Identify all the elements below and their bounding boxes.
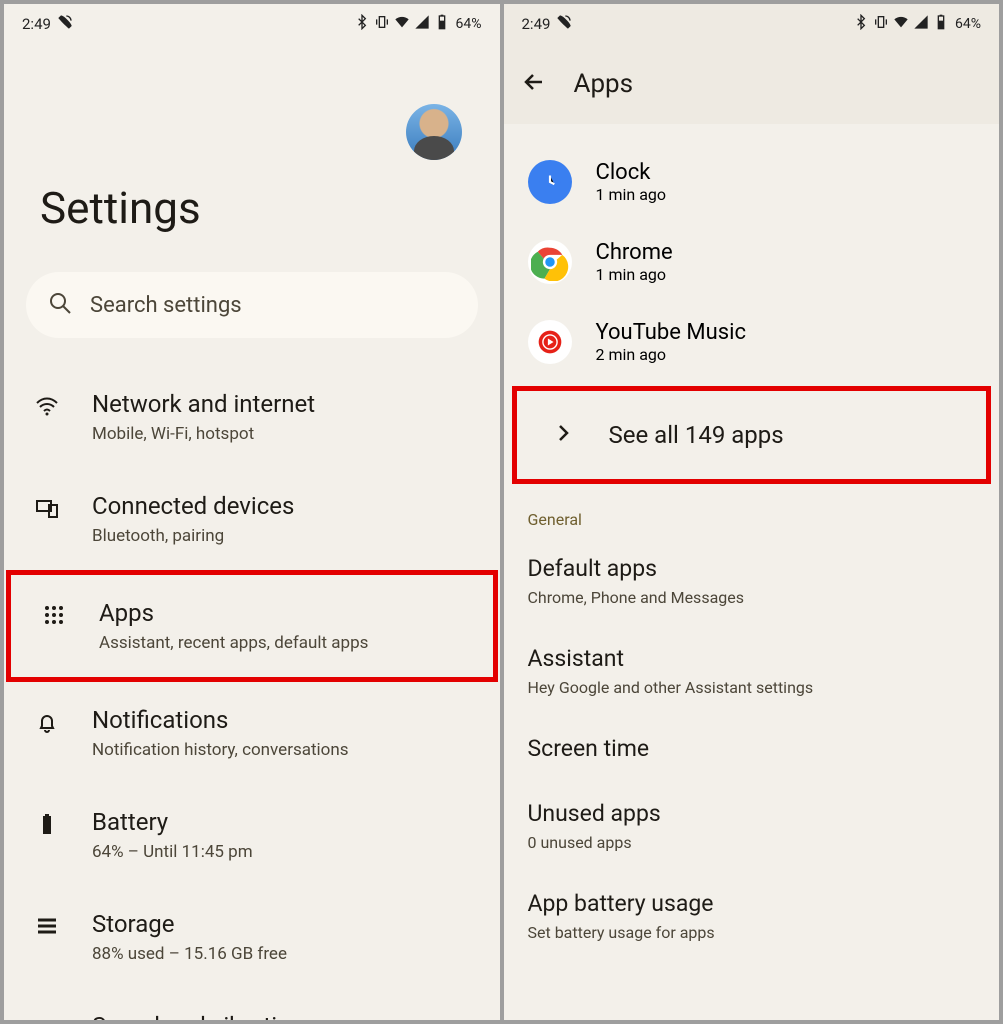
- bluetooth-icon: [354, 14, 370, 34]
- search-icon: [48, 291, 72, 319]
- see-all-label: See all 149 apps: [609, 421, 784, 449]
- appbar-title: Apps: [574, 69, 634, 99]
- option-title: Unused apps: [528, 800, 976, 827]
- option-sub: 0 unused apps: [528, 833, 976, 852]
- wifi-icon: [893, 14, 909, 34]
- phone-settings: 2:49 64% Settings Search settings: [4, 4, 500, 1020]
- call-icon: [556, 14, 572, 34]
- option-screen-time[interactable]: Screen time: [504, 717, 1000, 782]
- option-title: Default apps: [528, 555, 976, 582]
- item-sub: 64% – Until 11:45 pm: [92, 842, 480, 862]
- item-sub: Bluetooth, pairing: [92, 526, 480, 546]
- storage-icon: [35, 914, 59, 942]
- clock-icon: [528, 160, 572, 204]
- item-title: Notifications: [92, 706, 480, 734]
- status-battery: 64%: [456, 16, 482, 32]
- general-options: Default apps Chrome, Phone and Messages …: [504, 537, 1000, 962]
- status-time: 2:49: [522, 15, 551, 33]
- page-title: Settings: [4, 160, 500, 234]
- sound-icon: [35, 1016, 59, 1020]
- vibrate-icon: [374, 14, 390, 34]
- option-sub: Chrome, Phone and Messages: [528, 588, 976, 607]
- settings-list: Network and internet Mobile, Wi-Fi, hots…: [4, 366, 500, 1020]
- call-icon: [57, 14, 73, 34]
- signal-icon: [414, 14, 430, 34]
- app-title: Clock: [596, 160, 667, 185]
- item-title: Network and internet: [92, 390, 480, 418]
- settings-item-apps[interactable]: Apps Assistant, recent apps, default app…: [11, 575, 493, 677]
- option-assistant[interactable]: Assistant Hey Google and other Assistant…: [504, 627, 1000, 717]
- back-button[interactable]: [522, 70, 546, 98]
- wifi-icon: [394, 14, 410, 34]
- app-sub: 1 min ago: [596, 185, 667, 204]
- option-sub: Hey Google and other Assistant settings: [528, 678, 976, 697]
- settings-item-battery[interactable]: Battery 64% – Until 11:45 pm: [4, 784, 500, 886]
- status-bar: 2:49 64%: [504, 4, 1000, 44]
- option-title: Screen time: [528, 735, 976, 762]
- app-item-chrome[interactable]: Chrome 1 min ago: [504, 222, 1000, 302]
- item-sub: 88% used – 15.16 GB free: [92, 944, 480, 964]
- app-item-clock[interactable]: Clock 1 min ago: [504, 142, 1000, 222]
- bell-icon: [35, 710, 59, 738]
- app-title: YouTube Music: [596, 320, 746, 345]
- settings-item-network[interactable]: Network and internet Mobile, Wi-Fi, hots…: [4, 366, 500, 468]
- recent-apps-list: Clock 1 min ago Chrome 1 min ago You: [504, 124, 1000, 382]
- option-default-apps[interactable]: Default apps Chrome, Phone and Messages: [504, 537, 1000, 627]
- app-item-ytmusic[interactable]: YouTube Music 2 min ago: [504, 302, 1000, 382]
- chevron-right-icon: [551, 421, 575, 449]
- option-sub: Set battery usage for apps: [528, 923, 976, 942]
- app-bar: Apps: [504, 44, 1000, 124]
- profile-avatar[interactable]: [406, 104, 462, 160]
- option-unused-apps[interactable]: Unused apps 0 unused apps: [504, 782, 1000, 872]
- status-battery: 64%: [955, 16, 981, 32]
- see-all-apps[interactable]: See all 149 apps: [517, 391, 987, 479]
- battery-icon: [434, 14, 450, 34]
- app-sub: 1 min ago: [596, 265, 673, 284]
- status-bar: 2:49 64%: [4, 4, 500, 44]
- settings-item-storage[interactable]: Storage 88% used – 15.16 GB free: [4, 886, 500, 988]
- devices-icon: [35, 496, 59, 524]
- item-title: Battery: [92, 808, 480, 836]
- app-title: Chrome: [596, 240, 673, 265]
- youtube-music-icon: [528, 320, 572, 364]
- highlight-see-all: See all 149 apps: [512, 386, 992, 484]
- signal-icon: [913, 14, 929, 34]
- option-title: App battery usage: [528, 890, 976, 917]
- item-title: Connected devices: [92, 492, 480, 520]
- bluetooth-icon: [853, 14, 869, 34]
- item-sub: Notification history, conversations: [92, 740, 480, 760]
- chrome-icon: [528, 240, 572, 284]
- section-general: General: [504, 494, 1000, 537]
- item-title: Storage: [92, 910, 480, 938]
- wifi-icon: [35, 394, 59, 422]
- option-app-battery[interactable]: App battery usage Set battery usage for …: [504, 872, 1000, 962]
- item-sub: Mobile, Wi-Fi, hotspot: [92, 424, 480, 444]
- battery-icon: [35, 812, 59, 840]
- item-title: Apps: [99, 599, 473, 627]
- search-placeholder: Search settings: [90, 293, 242, 318]
- search-settings[interactable]: Search settings: [26, 272, 478, 338]
- settings-item-notifications[interactable]: Notifications Notification history, conv…: [4, 682, 500, 784]
- status-time: 2:49: [22, 15, 51, 33]
- phone-apps: 2:49 64% Apps: [500, 4, 1000, 1020]
- highlight-apps: Apps Assistant, recent apps, default app…: [6, 570, 498, 682]
- item-sub: Assistant, recent apps, default apps: [99, 633, 473, 653]
- settings-item-sound[interactable]: Sound and vibration: [4, 988, 500, 1020]
- app-sub: 2 min ago: [596, 345, 746, 364]
- item-title: Sound and vibration: [92, 1012, 480, 1020]
- vibrate-icon: [873, 14, 889, 34]
- apps-icon: [42, 603, 66, 631]
- battery-icon: [933, 14, 949, 34]
- option-title: Assistant: [528, 645, 976, 672]
- settings-item-connected[interactable]: Connected devices Bluetooth, pairing: [4, 468, 500, 570]
